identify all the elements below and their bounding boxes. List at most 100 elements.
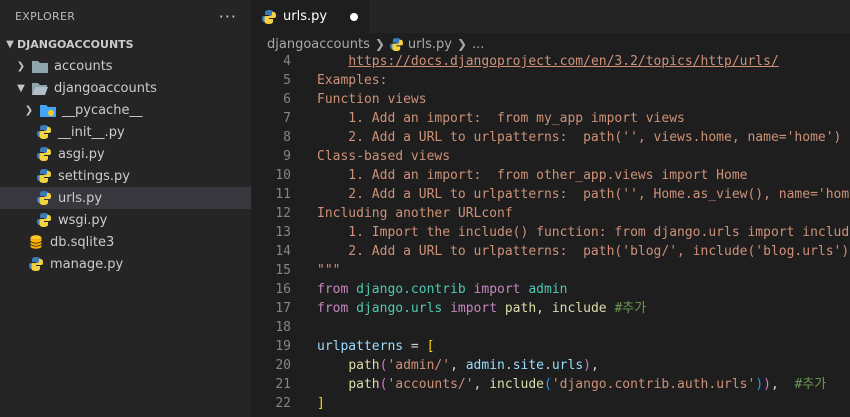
tree-item-accounts[interactable]: ❯ accounts	[0, 55, 251, 77]
string: 'django.contrib.auth.urls'	[551, 377, 756, 392]
function-name: path	[348, 377, 380, 392]
variable: urls	[551, 358, 584, 373]
keyword: from	[317, 301, 349, 316]
comment: #추가	[794, 377, 827, 392]
function-name: include	[489, 377, 544, 392]
python-file-icon	[36, 168, 52, 184]
line-number: 15	[275, 263, 291, 278]
breadcrumb-more[interactable]: ...	[472, 37, 484, 52]
code-line: 5 Examples:	[251, 71, 850, 90]
line-number: 7	[283, 111, 291, 126]
explorer-sidebar: EXPLORER ··· ▼ DJANGOACCOUNTS ❯ accounts…	[0, 0, 251, 417]
keyword: import	[450, 301, 498, 316]
tree-item-label: manage.py	[50, 256, 124, 272]
code-line: 19 urlpatterns = [	[251, 337, 850, 356]
code-line: 10 1. Add an import: from other_app.view…	[251, 166, 850, 185]
docs-link[interactable]: https://docs.djangoproject.com/en/3.2/to…	[348, 54, 778, 69]
database-icon	[28, 234, 44, 250]
breadcrumb-folder[interactable]: djangoaccounts	[267, 37, 370, 52]
code-text: from django.urls import path, include #추…	[291, 299, 646, 318]
bracket: (	[544, 377, 552, 392]
tree-item-label: db.sqlite3	[50, 234, 115, 250]
punctuation: ,	[450, 358, 466, 373]
chevron-right-icon: ❯	[24, 104, 34, 116]
line-number: 8	[283, 130, 291, 145]
module-name: django.urls	[356, 301, 443, 316]
tree-item-label: djangoaccounts	[54, 80, 157, 96]
tree-item-asgi[interactable]: asgi.py	[0, 143, 251, 165]
punctuation: ,	[473, 377, 490, 392]
code-text: https://docs.djangoproject.com/en/3.2/to…	[291, 52, 778, 71]
tree-item-pycache[interactable]: ❯ __pycache__	[0, 99, 251, 121]
tree-item-label: __pycache__	[62, 102, 143, 118]
file-tree: ❯ accounts ▼ djangoaccounts ❯ __pycache_…	[0, 55, 251, 275]
tab-urls-py[interactable]: urls.py	[251, 0, 369, 33]
python-file-icon	[261, 9, 277, 25]
variable: admin	[465, 358, 505, 373]
tree-item-urls[interactable]: urls.py	[0, 187, 251, 209]
tree-item-label: asgi.py	[58, 146, 105, 162]
keyword: import	[473, 282, 521, 297]
python-file-icon	[28, 256, 44, 272]
code-line: 18	[251, 318, 850, 337]
tree-item-init[interactable]: __init__.py	[0, 121, 251, 143]
more-actions-icon[interactable]: ···	[219, 8, 237, 25]
function-name: path	[348, 358, 380, 373]
chevron-right-icon: ❯	[374, 37, 385, 51]
code-line: 22]	[251, 394, 850, 413]
tree-item-djangoaccounts[interactable]: ▼ djangoaccounts	[0, 77, 251, 99]
project-section-header[interactable]: ▼ DJANGOACCOUNTS	[0, 33, 251, 55]
line-number: 11	[275, 187, 291, 202]
code-text: 2. Add a URL to urlpatterns: path('', vi…	[317, 130, 842, 145]
punctuation: .	[504, 358, 513, 373]
variable: site	[512, 358, 545, 373]
line-number: 19	[275, 339, 291, 354]
code-text: """	[317, 263, 341, 278]
python-file-icon	[390, 37, 404, 51]
line-number: 6	[283, 92, 291, 107]
code-line: 15 """	[251, 261, 850, 280]
unsaved-dot-icon[interactable]	[350, 13, 358, 21]
code-text: path('accounts/', include('django.contri…	[291, 375, 826, 394]
python-file-icon	[36, 124, 52, 140]
keyword: from	[317, 282, 349, 297]
tree-item-db[interactable]: db.sqlite3	[0, 231, 251, 253]
tree-item-wsgi[interactable]: wsgi.py	[0, 209, 251, 231]
python-file-icon	[36, 190, 52, 206]
imported-name: path, include	[504, 301, 607, 316]
operator: =	[403, 339, 427, 354]
python-file-icon	[36, 146, 52, 162]
code-text: Examples:	[317, 73, 388, 88]
code-text: from django.contrib import admin	[291, 280, 567, 299]
tree-item-label: wsgi.py	[58, 212, 108, 228]
tab-bar: urls.py	[251, 0, 850, 33]
chevron-right-icon: ❯	[456, 37, 468, 51]
code-line: 8 2. Add a URL to urlpatterns: path('', …	[251, 128, 850, 147]
code-text: path('admin/', admin.site.urls),	[291, 356, 599, 375]
python-file-icon	[36, 212, 52, 228]
tree-item-manage[interactable]: manage.py	[0, 253, 251, 275]
editor-area: urls.py djangoaccounts ❯ urls.py ❯ ... 4…	[251, 0, 850, 417]
line-number: 5	[283, 73, 291, 88]
explorer-title: EXPLORER	[15, 10, 76, 23]
code-text: ]	[291, 394, 325, 413]
line-number: 10	[275, 168, 291, 183]
code-editor[interactable]: 4 https://docs.djangoproject.com/en/3.2/…	[251, 52, 850, 417]
folder-open-icon	[32, 80, 48, 96]
punctuation: .	[544, 358, 552, 373]
code-line: 11 2. Add a URL to urlpatterns: path('',…	[251, 185, 850, 204]
code-line: 7 1. Add an import: from my_app import v…	[251, 109, 850, 128]
tree-item-label: accounts	[54, 58, 113, 74]
line-number: 21	[275, 377, 291, 392]
module-name: django.contrib	[356, 282, 466, 297]
imported-name: admin	[528, 282, 568, 297]
tab-label: urls.py	[283, 9, 328, 24]
tree-item-settings[interactable]: settings.py	[0, 165, 251, 187]
string: 'accounts/'	[387, 377, 474, 392]
variable: urlpatterns	[317, 339, 404, 354]
bracket: )	[755, 377, 764, 392]
line-number: 4	[283, 54, 291, 69]
code-line: 16 from django.contrib import admin	[251, 280, 850, 299]
breadcrumb-file[interactable]: urls.py	[408, 37, 452, 52]
